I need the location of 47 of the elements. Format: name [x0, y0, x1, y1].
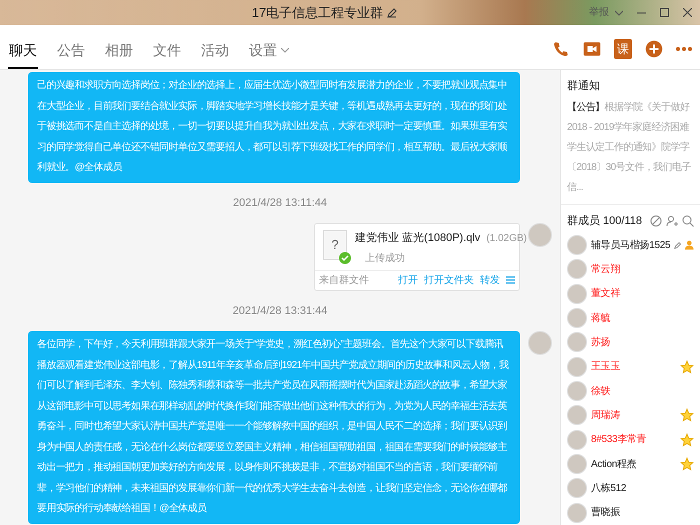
member-row[interactable]: 辅导员马楷扬1525 [561, 233, 700, 258]
timestamp: 2021/4/28 13:31:44 [232, 304, 328, 318]
file-action-link[interactable]: 打开 [398, 272, 418, 288]
member-row[interactable]: 蒋毓 [561, 306, 700, 330]
tab[interactable]: 设置 [248, 33, 290, 69]
member-name: 8#533李常青 [591, 432, 648, 448]
class-button[interactable]: 课 [614, 39, 632, 59]
window-title: 17电子信息工程专业群 [252, 4, 384, 22]
member-name: 蒋毓 [591, 312, 612, 326]
tab[interactable]: 文件 [152, 33, 182, 69]
tab[interactable]: 公告 [56, 33, 86, 69]
member-name: 周瑞涛 [591, 408, 622, 423]
file-action-link[interactable]: 打开文件夹 [424, 272, 474, 288]
member-name: 苏扬 [591, 336, 612, 350]
member-row[interactable]: 周瑞涛 [561, 403, 700, 428]
members-title: 群成员 100/118 [567, 214, 644, 228]
member-row[interactable]: 苏扬 [561, 330, 700, 355]
member-row[interactable]: 曹晓振 [561, 500, 700, 525]
member-row[interactable]: Action程焘 [561, 452, 700, 476]
member-name: 常云翔 [591, 262, 622, 277]
notice-text[interactable]: 【公告】根据学院《关于做好2018 - 2019学年家庭经济困难学生认定工作的通知》院学字〔2018〕30号文件，我们电子信... [567, 98, 694, 198]
member-row[interactable]: 八栋512 [561, 476, 700, 501]
member-name: 王玉玉 [591, 360, 622, 374]
message-bubble: 各位同学，下午好，今天利用班群跟大家开一场关于“学党史，溯红色初心”主题班会。首先这个大家可以下载腾讯播放器观看建党伟业这部电影，了解从1911年辛亥革命后到1921年中国共产党成立期间的历史故事和风云人物，我们可以了解到毛泽东、李大钊、陈独秀和蔡和森等一批共产党员在风雨摇摆时代为国家赴汤蹈火的故事，希望大家从这部电影中可以思考如果在那样动乱的时代换作我们能否做出他们这种伟大的行为，为党为人民的幸福生活去英勇奋斗，同时也希望大家认清中国共产党是唯一一个能够解救中国的组织，是中国人民不二的选择；我们要认识到身为中国人的责任感，无论在什么岗位都要竖立爱国主义精神，相信祖国帮助祖国，祖国在需要我们的时候能够主动出一把力，推动祖国朝更加美好的方向发展，以身作则不挑拨是非，不宣扬对祖国不当的言语，我们要缅怀前辈，学习他们的精神，未来祖国的发展靠你们新一代的优秀大学生去奋斗去创造，让我们坚定信念，无论你在哪都要用实际的行动奉献给祖国！@全体成员 [28, 331, 520, 524]
member-row[interactable]: 8#533李常青 [561, 428, 700, 452]
timestamp: 2021/4/28 13:11:44 [233, 196, 327, 210]
report-link[interactable]: 举报 [589, 5, 609, 20]
upload-status: 上传成功 [364, 252, 406, 266]
file-source: 来自群文件 [319, 274, 370, 288]
notice-title: 群通知 [567, 78, 601, 94]
tab[interactable]: 活动 [200, 33, 230, 69]
member-name: 董文祥 [591, 286, 622, 302]
member-name: 徐轶 [591, 384, 612, 399]
file-icon: ? [323, 230, 347, 260]
member-row[interactable]: 董文祥 [561, 282, 700, 306]
file-size: (1.02GB) [486, 232, 527, 246]
tab[interactable]: 相册 [104, 33, 134, 69]
member-name: 曹晓振 [591, 506, 622, 520]
file-action-link[interactable]: 转发 [480, 272, 500, 288]
member-name: 辅导员马楷扬1525 [591, 238, 670, 253]
file-name: 建党伟业 蓝光(1080P).qlv [355, 231, 480, 246]
member-name: Action程焘 [591, 458, 638, 472]
member-row[interactable]: 常云翔 [561, 257, 700, 282]
member-row[interactable]: 徐轶 [561, 378, 700, 404]
member-name: 八栋512 [591, 482, 628, 496]
member-row[interactable]: 王玉玉 [561, 354, 700, 379]
message-bubble: 己的兴趣和求职方向选择岗位；对企业的选择上，应届生优选小微型同时有发展潜力的企业，不要把就业观点集中在大型企业，目前我们要结合就业实际，脚踏实地学习增长技能才是关键，等机遇成熟再去更好的，现在的我们处于被挑选而不是自主选择的处境，一切一切要以提升自我为就业出发点，大家在求职时一定要慎重。如果班里有实习的同学觉得自己单位还不错同时单位又需要招人，都可以引荐下班级找工作的同学们，相互帮助。最后祝大家顺利就业。@全体成员 [28, 72, 520, 182]
